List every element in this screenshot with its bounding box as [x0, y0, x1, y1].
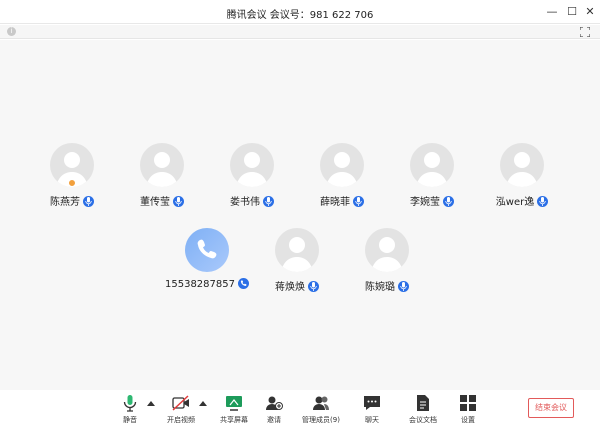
participant-tile[interactable]: 蒋焕焕 [252, 228, 342, 298]
mic-icon [398, 281, 409, 292]
share-screen-button[interactable]: 共享屏幕 [212, 394, 256, 428]
participant-name: 董传莹 [140, 197, 170, 208]
manage-members-button[interactable]: 管理成员(9) [299, 394, 343, 428]
video-off-icon [172, 395, 189, 411]
phone-call-icon [238, 278, 249, 289]
participant-name: 陈燕芳 [50, 197, 80, 208]
participant-tile[interactable]: 15538287857 [162, 228, 252, 298]
participant-gallery [0, 40, 600, 390]
invite-button[interactable]: 邀请 [252, 394, 296, 428]
document-icon [417, 395, 429, 411]
chat-button[interactable]: 聊天 [350, 394, 394, 428]
avatar [320, 143, 364, 187]
mic-icon [308, 281, 319, 292]
close-button[interactable]: ✕ [582, 4, 598, 20]
meeting-docs-button[interactable]: 会议文档 [401, 394, 445, 428]
share-screen-icon [226, 396, 242, 411]
settings-button[interactable]: 设置 [446, 394, 490, 428]
participant-name: 李婉莹 [410, 197, 440, 208]
mic-icon [537, 196, 549, 207]
settings-label: 设置 [461, 416, 475, 424]
mic-icon [83, 196, 94, 207]
avatar [410, 143, 454, 187]
participant-name: 薛晓菲 [320, 197, 350, 208]
chat-label: 聊天 [365, 416, 379, 424]
participant-name: 15538287857 [165, 279, 235, 290]
participant-name: 娄书伟 [230, 197, 260, 208]
participant-name: 蒋焕焕 [275, 282, 305, 293]
mic-icon [353, 196, 364, 207]
participant-tile[interactable]: 娄书伟 [207, 143, 297, 213]
fullscreen-icon[interactable] [580, 27, 590, 37]
avatar [275, 228, 319, 272]
participant-tile[interactable]: 薛晓菲 [297, 143, 387, 213]
meeting-info-icon[interactable]: i [7, 27, 16, 36]
avatar [500, 143, 544, 187]
meeting-info-bar: i [0, 25, 600, 39]
video-label: 开启视频 [167, 416, 195, 424]
mute-label: 静音 [123, 416, 137, 424]
maximize-button[interactable]: ☐ [564, 4, 580, 20]
grid-settings-icon [460, 395, 476, 411]
share-label: 共享屏幕 [220, 416, 248, 424]
avatar [140, 143, 184, 187]
phone-icon [197, 239, 217, 259]
participant-tile[interactable]: 李婉莹 [387, 143, 477, 213]
microphone-icon [123, 395, 137, 412]
members-icon [313, 396, 329, 410]
mic-icon [173, 196, 184, 207]
phone-avatar [185, 228, 229, 272]
participant-tile[interactable]: 泓wer逸 [477, 143, 567, 213]
start-video-button[interactable]: 开启视频 [159, 394, 203, 428]
video-options-chevron-icon[interactable] [199, 400, 207, 406]
participant-tile[interactable]: 董传莹 [117, 143, 207, 213]
end-meeting-button[interactable]: 结束会议 [528, 398, 574, 418]
host-badge-icon [68, 179, 76, 187]
participant-tile[interactable]: 陈婉璐 [342, 228, 432, 298]
participant-name: 泓wer逸 [495, 197, 535, 208]
window-title: 腾讯会议 会议号：981 622 706 [226, 10, 374, 21]
mute-button[interactable]: 静音 [108, 394, 152, 428]
participant-name: 陈婉璐 [365, 282, 395, 293]
invite-label: 邀请 [267, 416, 281, 424]
avatar [365, 228, 409, 272]
docs-label: 会议文档 [409, 416, 437, 424]
mute-options-chevron-icon[interactable] [147, 400, 155, 406]
members-label: 管理成员(9) [302, 416, 340, 424]
title-bar: 腾讯会议 会议号：981 622 706 — ☐ ✕ [0, 0, 600, 24]
participant-tile[interactable]: 陈燕芳 [27, 143, 117, 213]
add-person-icon [266, 396, 283, 410]
mic-icon [443, 196, 454, 207]
minimize-button[interactable]: — [544, 4, 560, 20]
chat-icon [364, 396, 380, 410]
mic-icon [263, 196, 274, 207]
avatar [230, 143, 274, 187]
